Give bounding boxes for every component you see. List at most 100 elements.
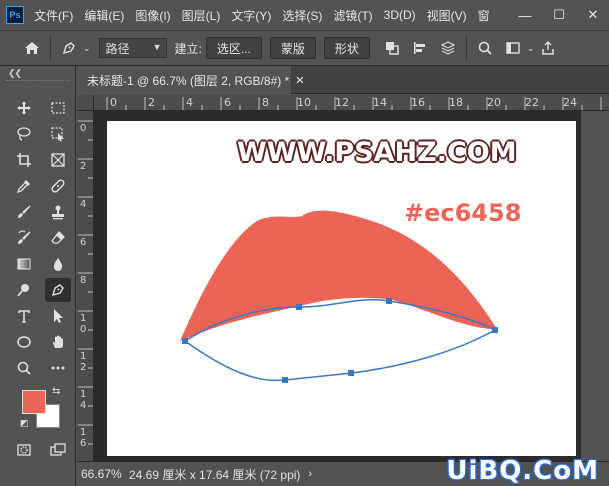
document-size-info: 24.69 厘米 x 17.64 厘米 (72 ppi)	[129, 467, 301, 482]
watermark-text: UiBQ.CoM	[446, 456, 599, 486]
horizontal-ruler[interactable]: 0 2 4 6 8 10 12 14 16 18 20 22 24	[94, 95, 609, 111]
selection-button[interactable]: 选区...	[205, 37, 262, 59]
vertical-ruler[interactable]: 0 2 4 6 8 1 0 1 2 1 4 1 6	[77, 111, 94, 461]
path-arrangement-icon[interactable]	[434, 34, 462, 62]
menu-view[interactable]: 视图(V)	[427, 7, 467, 24]
menu-file[interactable]: 文件(F)	[34, 7, 73, 24]
menu-layer[interactable]: 图层(L)	[182, 7, 221, 24]
anchor-point[interactable]	[492, 327, 498, 333]
chevron-down-icon[interactable]: ⌄	[527, 43, 535, 54]
lips-artwork	[180, 210, 498, 383]
anchor-point[interactable]	[182, 338, 188, 344]
separator	[465, 35, 467, 61]
ruler-label: 6	[80, 237, 87, 248]
minimize-button[interactable]: —	[510, 0, 540, 30]
default-colors-icon[interactable]: ◩	[20, 418, 29, 429]
dodge-icon[interactable]	[11, 278, 37, 302]
screen-mode-icon[interactable]	[45, 438, 71, 462]
zoom-level[interactable]: 66.67%	[81, 467, 123, 481]
separator	[50, 35, 51, 61]
ruler-label: 8	[80, 275, 87, 286]
history-brush-icon[interactable]	[11, 226, 37, 250]
chevron-down-icon[interactable]: ⌄	[83, 43, 91, 54]
ruler-label: 1 6	[80, 427, 87, 449]
menu-window[interactable]: 窗	[478, 7, 490, 24]
status-bar: 66.67% 24.69 厘米 x 17.64 厘米 (72 ppi) › Ui…	[77, 456, 609, 486]
shape-button[interactable]: 形状	[323, 37, 370, 59]
search-icon[interactable]	[471, 34, 499, 62]
ruler-label: 1 4	[80, 389, 87, 411]
object-select-icon[interactable]	[45, 122, 71, 146]
ruler-label: 22	[525, 96, 539, 109]
anchor-point[interactable]	[296, 304, 302, 310]
lips-shape	[180, 210, 497, 341]
ruler-label: 1 0	[80, 313, 87, 335]
healing-icon[interactable]	[45, 174, 71, 198]
ruler-label: 2	[80, 161, 87, 172]
ruler-label: 24	[563, 96, 577, 109]
hand-icon[interactable]	[45, 330, 71, 354]
anchor-point[interactable]	[282, 377, 288, 383]
eyedropper-icon[interactable]	[11, 174, 37, 198]
frame-icon[interactable]	[45, 148, 71, 172]
menu-bar: Ps 文件(F) 编辑(E) 图像(I) 图层(L) 文字(Y) 选择(S) 滤…	[0, 0, 609, 30]
menu-3d[interactable]: 3D(D)	[384, 8, 416, 22]
zoom-icon[interactable]	[11, 356, 37, 380]
quickmask-icon[interactable]	[11, 438, 37, 462]
ellipse-icon[interactable]	[11, 330, 37, 354]
lower-lip-path	[184, 329, 496, 382]
brush-icon[interactable]	[11, 200, 37, 224]
menu-select[interactable]: 选择(S)	[282, 7, 322, 24]
panel-grip[interactable]	[6, 80, 70, 83]
collapse-panel-icon[interactable]: ❮❮	[8, 68, 22, 79]
crop-icon[interactable]	[11, 148, 37, 172]
eraser-icon[interactable]	[45, 226, 71, 250]
type-icon[interactable]	[11, 304, 37, 328]
foreground-color-swatch[interactable]	[22, 390, 46, 414]
document-canvas[interactable]: WWW.PSAHZ.COM #ec6458	[107, 121, 576, 456]
gradient-icon[interactable]	[11, 252, 37, 276]
move-icon[interactable]	[11, 96, 37, 120]
ruler-label: 12	[335, 96, 349, 109]
menu-type[interactable]: 文字(Y)	[231, 7, 271, 24]
ruler-label: 20	[487, 96, 501, 109]
workspace-icon[interactable]	[499, 34, 527, 62]
home-icon[interactable]	[18, 34, 46, 62]
close-tab-icon[interactable]: ✕	[295, 74, 304, 87]
menu-filter[interactable]: 滤镜(T)	[333, 7, 372, 24]
lasso-icon[interactable]	[11, 122, 37, 146]
path-operations-icon[interactable]	[378, 34, 406, 62]
path-alignment-icon[interactable]	[406, 34, 434, 62]
stamp-icon[interactable]	[45, 200, 71, 224]
ruler-label: 0	[80, 123, 87, 134]
close-window-button[interactable]: ✕	[578, 0, 608, 30]
ruler-label: 14	[373, 96, 387, 109]
swap-colors-icon[interactable]: ⇆	[52, 386, 60, 397]
more-icon[interactable]	[45, 356, 71, 380]
maximize-button[interactable]: ☐	[544, 0, 574, 30]
anchor-point[interactable]	[386, 298, 392, 304]
path-select-icon[interactable]	[45, 304, 71, 328]
mask-button[interactable]: 蒙版	[269, 37, 316, 59]
marquee-icon[interactable]	[45, 96, 71, 120]
status-menu-icon[interactable]: ›	[308, 468, 312, 480]
blur-icon[interactable]	[45, 252, 71, 276]
mode-select-value: 路径	[105, 41, 130, 56]
ruler-label: 1 2	[80, 351, 87, 373]
ruler-origin[interactable]	[77, 95, 94, 111]
ruler-label: 4	[80, 199, 87, 210]
ruler-label: 6	[224, 96, 231, 109]
document-tab[interactable]: 未标题-1 @ 66.7% (图层 2, RGB/8#) * ✕	[77, 66, 304, 94]
anchor-point[interactable]	[348, 370, 354, 376]
pen-tool-preset-icon[interactable]	[55, 34, 83, 62]
canvas-workspace[interactable]: WWW.PSAHZ.COM #ec6458	[94, 111, 609, 461]
ruler-label: 10	[297, 96, 311, 109]
menu-image[interactable]: 图像(I)	[135, 7, 170, 24]
tools-panel: ❮❮ ⇆ ◩	[0, 66, 76, 486]
workspace-right-edge	[581, 111, 609, 461]
mode-select[interactable]: 路径 ▼	[98, 38, 167, 58]
share-icon[interactable]	[534, 34, 562, 62]
ruler-label: 4	[186, 96, 193, 109]
menu-edit[interactable]: 编辑(E)	[84, 7, 124, 24]
pen-icon[interactable]	[45, 278, 71, 302]
